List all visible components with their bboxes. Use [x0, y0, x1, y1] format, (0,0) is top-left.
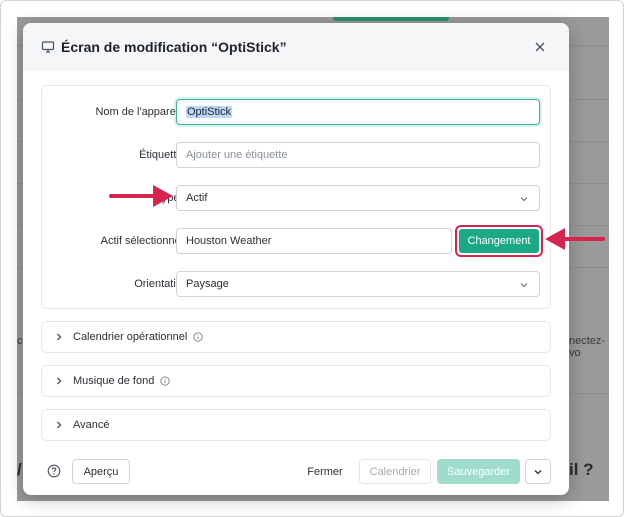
section-label: Calendrier opérationnel [73, 331, 188, 343]
save-options-button[interactable] [525, 459, 551, 484]
screenshot-frame: c nectez-vo / il ? Écran de modification… [0, 0, 624, 517]
selected-asset-value: Houston Weather [186, 235, 272, 247]
info-icon [160, 376, 170, 386]
help-icon[interactable] [47, 464, 61, 478]
background-text: nectez-vo [569, 335, 606, 359]
tags-placeholder: Ajouter une étiquette [186, 149, 288, 161]
close-icon[interactable] [533, 40, 547, 54]
annotation-highlight-box: Changement [455, 225, 543, 257]
section-advanced[interactable]: Avancé [41, 409, 551, 441]
background-text: c [17, 335, 23, 347]
selected-asset-label: Actif sélectionné* [100, 235, 188, 247]
section-background-music[interactable]: Musique de fond [41, 365, 551, 397]
device-name-value: OptiStick [186, 106, 233, 118]
device-name-label: Nom de l'appareil* [95, 106, 188, 118]
info-icon [193, 332, 204, 342]
device-name-row: Nom de l'appareil* OptiStick [42, 99, 552, 125]
close-button[interactable]: Fermer [301, 459, 349, 484]
modal-footer: Aperçu Fermer Calendrier Sauvegarder [23, 455, 569, 487]
background-heading: / [17, 460, 22, 479]
chevron-right-icon [54, 420, 64, 430]
change-asset-button[interactable]: Changement [459, 229, 539, 253]
chevron-down-icon [534, 469, 542, 474]
background-button [333, 17, 449, 21]
background-heading: il ? [569, 460, 594, 479]
chevron-down-icon [520, 283, 528, 288]
calendar-button[interactable]: Calendrier [359, 459, 431, 484]
type-value: Actif [186, 192, 208, 204]
chevron-right-icon [54, 332, 64, 342]
edit-screen-modal: Écran de modification “OptiStick” Nom de… [23, 23, 569, 495]
section-operational-calendar[interactable]: Calendrier opérationnel [41, 321, 551, 353]
chevron-right-icon [54, 376, 64, 386]
type-select[interactable]: Actif [176, 185, 540, 211]
chevron-down-icon [520, 197, 528, 202]
monitor-icon [41, 40, 55, 54]
selected-asset-row: Actif sélectionné* Houston Weather Chang… [42, 225, 552, 257]
orientation-value: Paysage [186, 278, 229, 290]
tags-row: Étiquettes Ajouter une étiquette [42, 142, 552, 168]
modal-title: Écran de modification “OptiStick” [61, 39, 287, 55]
selected-asset-input[interactable]: Houston Weather [176, 228, 452, 254]
section-label: Musique de fond [73, 375, 155, 387]
section-label: Avancé [73, 419, 110, 431]
preview-button[interactable]: Aperçu [72, 459, 130, 484]
modal-header: Écran de modification “OptiStick” [23, 23, 569, 71]
device-name-input[interactable]: OptiStick [176, 99, 540, 125]
tags-input[interactable]: Ajouter une étiquette [176, 142, 540, 168]
arrow-annotation [109, 185, 173, 207]
orientation-row: Orientation Paysage [42, 271, 552, 297]
arrow-annotation [545, 228, 605, 250]
save-button[interactable]: Sauvegarder [437, 459, 520, 484]
orientation-select[interactable]: Paysage [176, 271, 540, 297]
